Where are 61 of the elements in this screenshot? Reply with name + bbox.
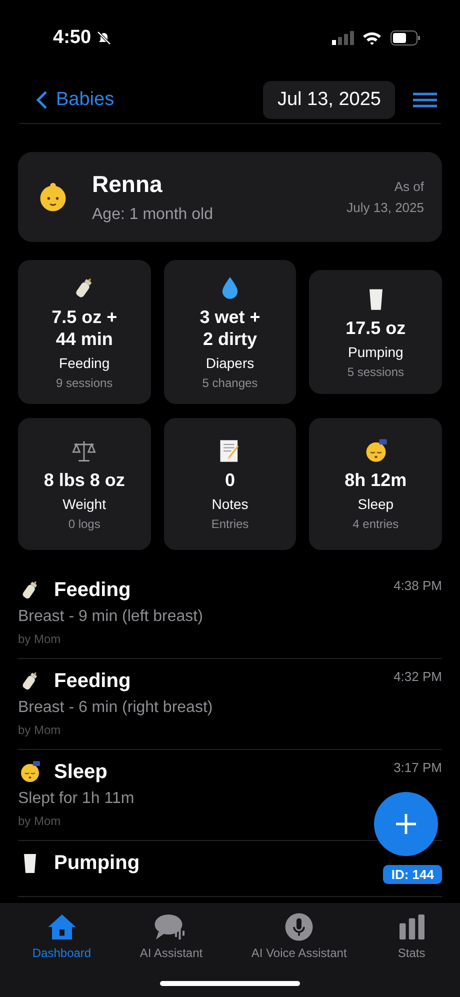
entry-detail: Breast - 6 min (right breast)	[18, 699, 213, 717]
stat-label: Diapers	[206, 354, 254, 370]
menu-icon	[413, 92, 437, 108]
stat-card[interactable]: 7.5 oz + 44 min Feeding 9 sessions	[18, 260, 151, 404]
stat-label: Notes	[212, 496, 248, 512]
stat-count: 0 logs	[68, 516, 100, 530]
entry-title: Pumping	[54, 852, 140, 874]
entry-title: Feeding	[54, 578, 131, 602]
stat-label: Sleep	[358, 496, 394, 512]
battery-icon	[390, 30, 420, 46]
as-of-date: July 13, 2025	[346, 200, 424, 215]
as-of-label: As of	[394, 179, 424, 194]
stat-value: 3 wet + 2 dirty	[200, 306, 260, 350]
stat-value: 7.5 oz + 44 min	[52, 306, 118, 350]
microphone-icon	[284, 912, 314, 942]
back-link[interactable]: Babies	[36, 88, 114, 110]
entry-time: 4:32 PM	[394, 669, 442, 684]
stat-value: 0	[224, 468, 235, 490]
entry-title: Feeding	[54, 670, 131, 692]
stat-label: Pumping	[348, 344, 404, 360]
entry-detail: Slept for 1h 11m	[18, 790, 134, 808]
baby-age: Age: 1 month old	[92, 206, 213, 224]
stat-card[interactable]: 8 lbs 8 oz Weight 0 logs	[18, 418, 151, 550]
signal-icon	[332, 31, 354, 45]
stat-value: 8 lbs 8 oz	[44, 468, 125, 490]
entry-author: by Mom	[18, 723, 61, 737]
tab[interactable]: AI Assistant	[134, 911, 209, 961]
stat-card[interactable]: 8h 12m Sleep 4 entries	[309, 418, 442, 550]
stat-value: 17.5 oz	[346, 316, 406, 338]
chevron-left-icon	[36, 90, 48, 110]
stat-label: Weight	[62, 496, 106, 512]
log-entry[interactable]: Feeding 4:38 PM Breast - 9 min (left breast) by Mom	[18, 568, 442, 659]
stat-card[interactable]: 17.5 oz Pumping 5 sessions	[309, 270, 442, 394]
stat-count: 5 changes	[202, 376, 258, 390]
entry-time: 4:38 PM	[394, 578, 442, 593]
stat-count: 5 sessions	[347, 364, 404, 378]
stat-label: Feeding	[59, 354, 110, 370]
stat-count: Entries	[211, 516, 249, 530]
entry-time: 3:17 PM	[394, 760, 442, 775]
entry-detail: Breast - 9 min (left breast)	[18, 608, 203, 626]
entry-author: by Mom	[18, 814, 61, 828]
bell-slash-icon	[96, 30, 112, 46]
tab[interactable]: Stats	[390, 911, 434, 961]
plus-icon	[394, 812, 418, 836]
stat-card[interactable]: 3 wet + 2 dirty Diapers 5 changes	[164, 260, 296, 404]
status-time: 4:50	[53, 27, 92, 49]
log-entry[interactable]: Feeding 4:32 PM Breast - 6 min (right breast) by Mom	[18, 659, 442, 750]
tab[interactable]: AI Voice Assistant	[245, 911, 353, 961]
sleeping-face-icon	[18, 760, 42, 784]
id-tag: ID: 144	[383, 865, 442, 884]
tab[interactable]: Dashboard	[26, 911, 98, 961]
stat-count: 9 sessions	[56, 376, 113, 390]
home-icon	[46, 912, 78, 942]
stat-count: 4 entries	[352, 516, 399, 530]
wifi-icon	[362, 30, 382, 46]
entry-author: by Mom	[18, 632, 61, 646]
stat-value: 8h 12m	[344, 468, 407, 490]
baby-name: Renna	[92, 170, 164, 198]
entry-title: Sleep	[54, 760, 108, 784]
date-picker-button[interactable]: Jul 13, 2025	[263, 80, 395, 118]
stat-card[interactable]: 0 Notes Entries	[164, 418, 296, 550]
